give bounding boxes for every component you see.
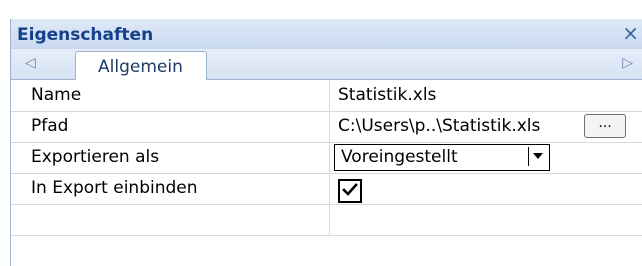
properties-panel: Eigenschaften × ◁ Allgemein ▷ Name Stati…: [10, 19, 642, 266]
property-value[interactable]: C:\Users\p..\Statistik.xls: [338, 116, 540, 136]
property-row-name: Name Statistik.xls: [11, 80, 642, 112]
column-divider: [329, 80, 330, 111]
chevron-right-icon[interactable]: ▷: [622, 55, 633, 71]
include-export-checkbox[interactable]: [338, 179, 362, 203]
export-format-select[interactable]: Voreingestellt: [334, 144, 550, 171]
property-name: In Export einbinden: [31, 178, 198, 198]
close-icon[interactable]: ×: [622, 23, 639, 43]
property-row-pfad: Pfad C:\Users\p..\Statistik.xls ...: [11, 111, 642, 143]
tab-label: Allgemein: [98, 57, 183, 77]
select-value: Voreingestellt: [341, 147, 458, 167]
dropdown-button[interactable]: [528, 147, 547, 166]
column-divider: [329, 204, 330, 235]
property-value[interactable]: Statistik.xls: [338, 85, 436, 105]
chevron-left-icon[interactable]: ◁: [25, 55, 36, 71]
property-row-export-format: Exportieren als Voreingestellt: [11, 142, 642, 174]
property-name: Name: [31, 85, 82, 105]
check-icon: [342, 183, 358, 196]
column-divider: [329, 111, 330, 142]
panel-titlebar: Eigenschaften ×: [11, 19, 642, 49]
property-row-include-export: In Export einbinden: [11, 173, 642, 205]
property-row-empty: [11, 204, 642, 236]
column-divider: [329, 173, 330, 204]
chevron-down-icon: [533, 153, 543, 159]
column-divider: [329, 142, 330, 173]
tab-bar: ◁ Allgemein ▷: [11, 49, 642, 81]
browse-button[interactable]: ...: [584, 114, 626, 138]
property-name: Exportieren als: [31, 147, 160, 167]
panel-title: Eigenschaften: [17, 25, 154, 45]
tab-allgemein[interactable]: Allgemein: [75, 51, 207, 81]
property-grid: Name Statistik.xls Pfad C:\Users\p..\Sta…: [11, 80, 642, 266]
property-name: Pfad: [31, 116, 69, 136]
